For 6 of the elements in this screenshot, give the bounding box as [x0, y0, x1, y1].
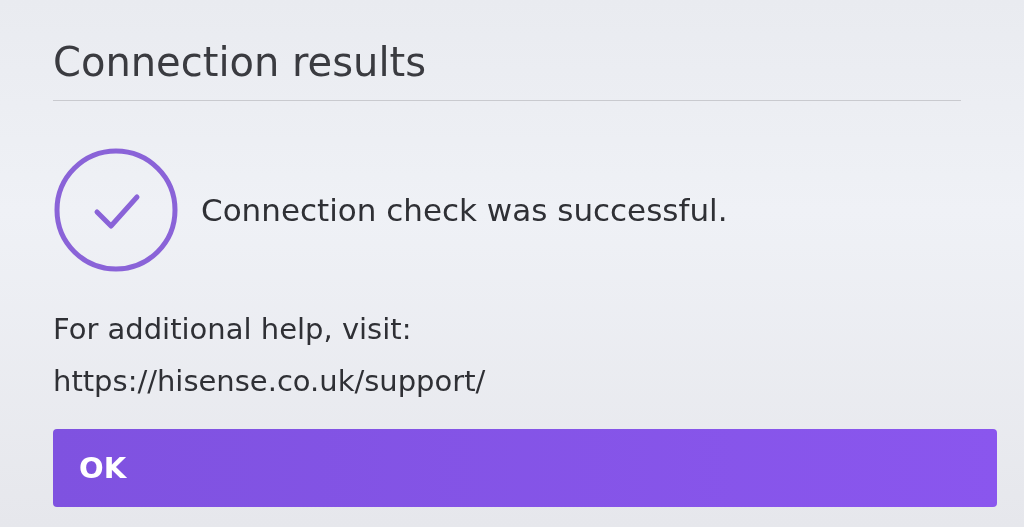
help-text: For additional help, visit: — [53, 311, 412, 348]
ok-button[interactable]: OK — [53, 429, 997, 507]
support-url: https://hisense.co.uk/support/ — [53, 363, 486, 400]
check-circle-icon — [53, 147, 179, 273]
dialog-title: Connection results — [53, 38, 427, 87]
result-message: Connection check was successful. — [201, 192, 728, 228]
